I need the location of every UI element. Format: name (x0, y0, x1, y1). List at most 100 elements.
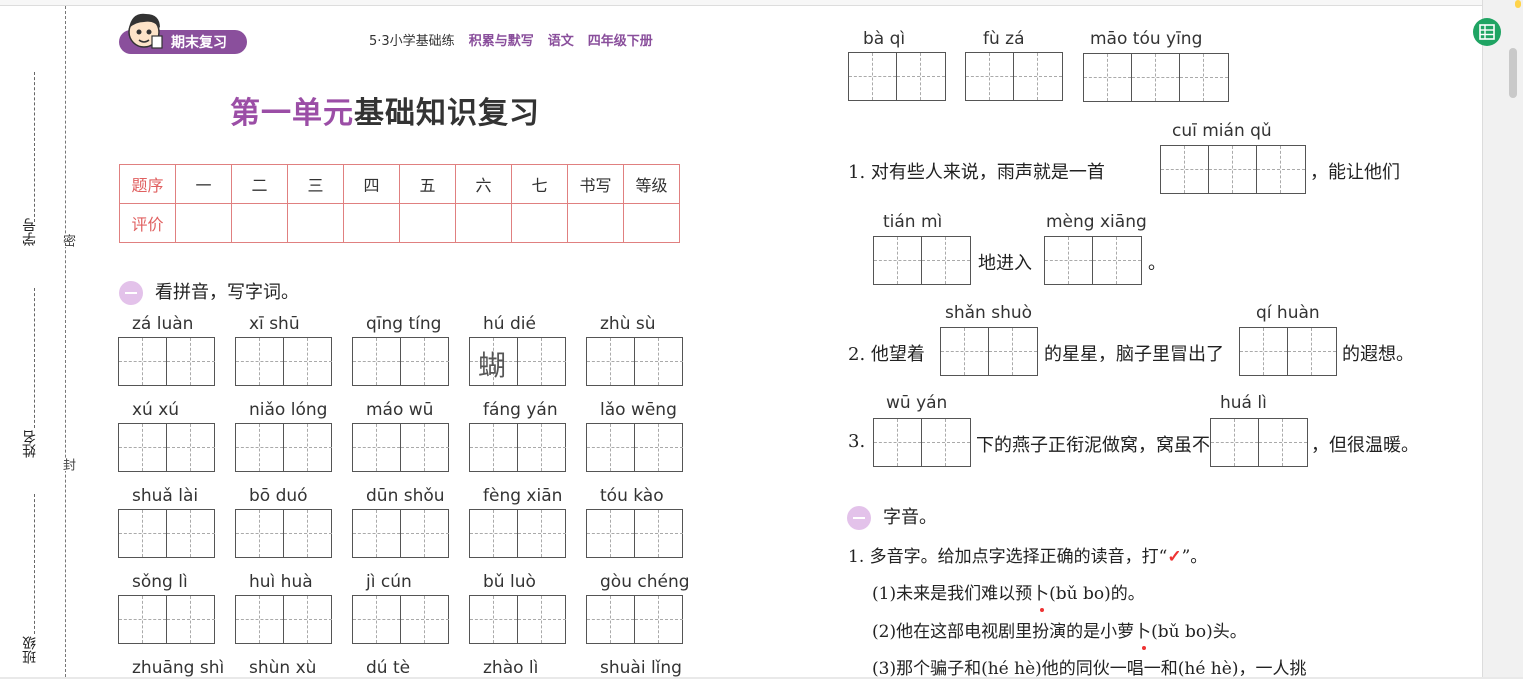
page-left: 学号 姓名 班级 密 封 期末复习 5·3小学基础练 积累与默写 语文 四年级下册 第… (0, 6, 820, 678)
pinyin-label: zá luàn (132, 314, 194, 334)
pinyin-label: qīng tíng (366, 314, 442, 334)
pinyin-label: xī shū (249, 314, 300, 334)
writing-box[interactable] (873, 418, 971, 467)
pinyin-label: shuǎ lài (132, 486, 199, 506)
grid-cell (1084, 54, 1132, 101)
pinyin-label: huá lì (1220, 393, 1267, 413)
writing-box[interactable] (469, 423, 566, 472)
writing-box[interactable] (235, 423, 332, 472)
class-line (34, 494, 35, 634)
page-title: 第一单元基础知识复习 (230, 88, 540, 132)
student-no-label: 学号 (22, 218, 38, 246)
spreadsheet-app-icon[interactable] (1473, 18, 1501, 46)
sentence-2-part-b: 的星星，脑子里冒出了 (1044, 344, 1224, 365)
pinyin-label: tóu kào (600, 486, 664, 506)
grid-cell (1209, 146, 1257, 193)
writing-box[interactable] (352, 595, 449, 644)
grid-cell (1180, 54, 1228, 101)
score-cell (287, 203, 344, 243)
page-title-prefix: 第一单元 (230, 96, 354, 131)
sentence-1-part-b: ，能让他们 (1310, 162, 1400, 183)
grid-cell (587, 596, 635, 643)
sentence-2-part-a: 2. 他望着 (848, 344, 925, 365)
grid-cell (922, 419, 970, 466)
writing-box[interactable] (469, 509, 566, 558)
dotted-character: 卜 (1134, 622, 1152, 642)
seal-feng: 封 (58, 458, 77, 471)
sentence-1-part-d: 。 (1148, 253, 1166, 274)
seal-mi: 密 (58, 234, 77, 247)
grid-cell (353, 424, 401, 471)
score-cell (231, 203, 288, 243)
writing-box[interactable] (1239, 327, 1337, 376)
book-header: 5·3小学基础练 积累与默写 语文 四年级下册 (369, 30, 653, 49)
scrollbar-thumb[interactable] (1509, 48, 1517, 98)
score-cell (567, 203, 624, 243)
grid-cell (989, 328, 1037, 375)
writing-box[interactable] (1210, 418, 1308, 467)
writing-box[interactable] (235, 337, 332, 386)
pinyin-label: gòu chéng (600, 572, 690, 592)
writing-box[interactable] (352, 337, 449, 386)
writing-box[interactable] (118, 595, 215, 644)
grid-cell (922, 237, 970, 284)
class-label: 班级 (22, 636, 38, 664)
polyphone-item-1: (1)未来是我们难以预卜(bǔ bo)的。 (872, 579, 1145, 604)
writing-box[interactable] (586, 337, 683, 386)
score-col-2: 二 (231, 164, 288, 204)
section-2-question-1: 1. 多音字。给加点字选择正确的读音，打“✓”。 (848, 542, 1207, 567)
pinyin-label: jì cún (366, 572, 412, 592)
writing-box[interactable] (352, 509, 449, 558)
writing-box[interactable] (118, 509, 215, 558)
writing-box[interactable] (1044, 236, 1142, 285)
writing-box[interactable] (586, 509, 683, 558)
grid-cell (353, 338, 401, 385)
grid-cell (635, 424, 683, 471)
sentence-3-part-b: 下的燕子正衔泥做窝，窝虽不 (976, 435, 1210, 456)
grid-cell (941, 328, 989, 375)
writing-box[interactable] (1083, 53, 1229, 102)
review-badge-text: 期末复习 (171, 35, 227, 51)
writing-box[interactable] (940, 327, 1038, 376)
writing-box[interactable] (586, 423, 683, 472)
item-text: (1)未来是我们难以预 (872, 584, 1033, 604)
score-col-5: 五 (399, 164, 456, 204)
grid-cell (353, 510, 401, 557)
writing-box[interactable] (586, 595, 683, 644)
grid-cell (1240, 328, 1288, 375)
vertical-scrollbar[interactable] (1482, 0, 1523, 677)
writing-box[interactable] (1160, 145, 1306, 194)
writing-box[interactable] (118, 337, 215, 386)
writing-box[interactable] (118, 423, 215, 472)
grid-cell (236, 596, 284, 643)
writing-box[interactable] (469, 595, 566, 644)
score-cell (511, 203, 568, 243)
grid-cell (635, 510, 683, 557)
writing-box[interactable] (965, 52, 1063, 101)
grid-cell (1045, 237, 1093, 284)
polyphone-item-3: (3)那个骗子和(hé hè)他的同伙一唱一和(hé hè)，一人挑 (872, 654, 1306, 679)
writing-box[interactable]: 蝴 (469, 337, 566, 386)
notification-dot (1515, 0, 1521, 8)
table-grid-icon (1479, 24, 1495, 40)
grid-cell (1211, 419, 1259, 466)
score-table-header-row: 题序 一 二 三 四 五 六 七 书写 等级 (119, 164, 680, 204)
grid-cell (874, 237, 922, 284)
series-name: 积累与默写 (468, 34, 534, 49)
grid-cell (401, 510, 449, 557)
grid-cell (897, 53, 945, 100)
writing-box[interactable] (873, 236, 971, 285)
student-no-line (34, 72, 35, 222)
pinyin-label: bō duó (249, 486, 308, 506)
pinyin-label: qí huàn (1256, 303, 1320, 323)
score-col-7: 七 (511, 164, 568, 204)
score-col-3: 三 (287, 164, 344, 204)
score-col-writing: 书写 (567, 164, 624, 204)
sentence-3-part-a: 3. (848, 431, 866, 452)
writing-box[interactable] (848, 52, 946, 101)
writing-box[interactable] (235, 509, 332, 558)
writing-box[interactable] (352, 423, 449, 472)
writing-box[interactable] (235, 595, 332, 644)
pinyin-label: māo tóu yīng (1090, 29, 1203, 49)
subject-name: 语文 (547, 34, 574, 49)
